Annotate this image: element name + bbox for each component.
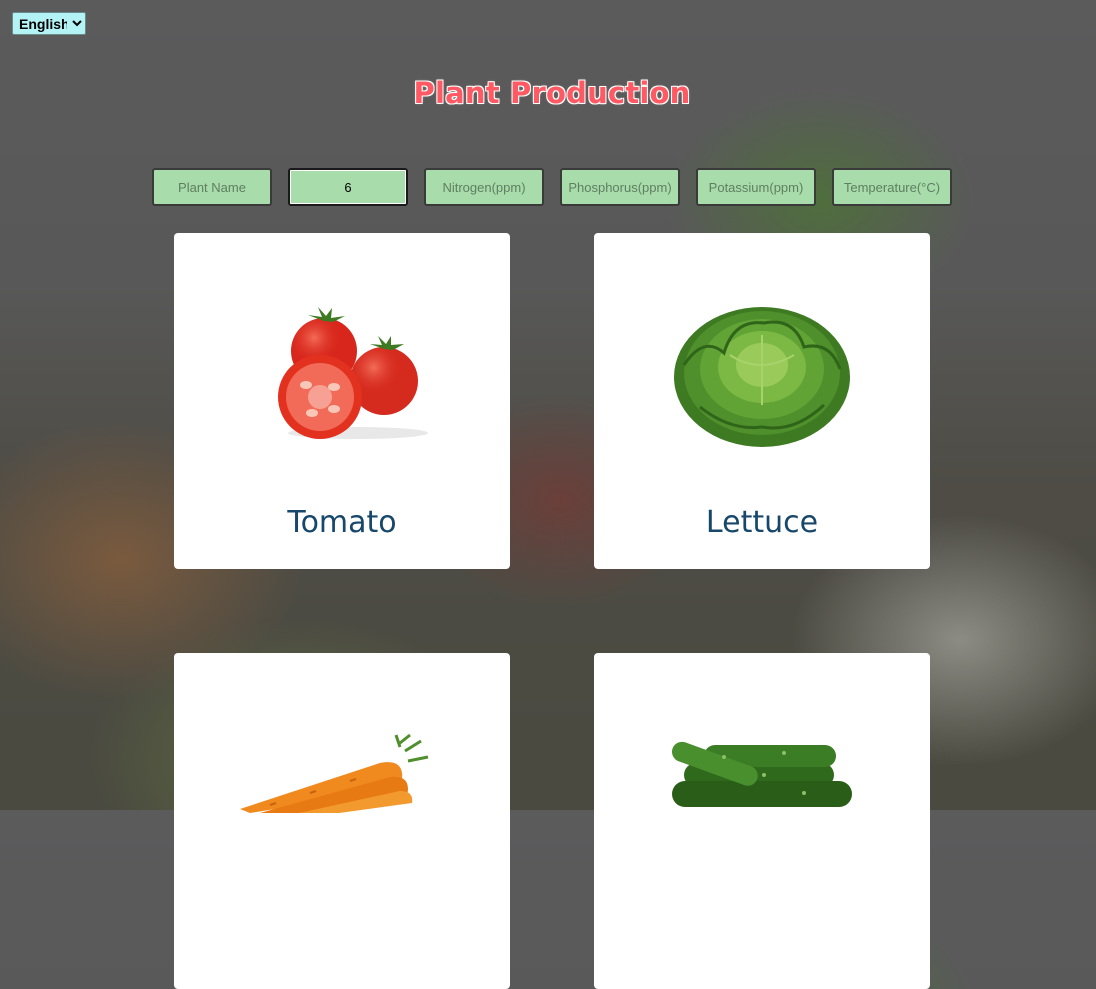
plant-name-input[interactable] [152,168,272,206]
cucumber-image [671,741,852,807]
page-title: Plant Production [413,76,691,110]
quantity-input[interactable] [288,168,408,206]
plant-card-label: Tomato [287,505,397,540]
phosphorus-input[interactable] [560,168,680,206]
lettuce-image [674,307,850,447]
potassium-input[interactable] [696,168,816,206]
tomato-image [278,307,428,439]
plant-card-carrot[interactable] [174,653,510,989]
temperature-input[interactable] [832,168,952,206]
nitrogen-input[interactable] [424,168,544,206]
carrot-image [240,733,429,813]
language-select[interactable]: English [12,12,86,35]
plant-card-label: Lettuce [705,505,819,540]
plant-card-cucumber[interactable] [594,653,930,989]
plant-card-tomato[interactable]: Tomato [174,233,510,569]
plant-card-lettuce[interactable]: Lettuce [594,233,930,569]
